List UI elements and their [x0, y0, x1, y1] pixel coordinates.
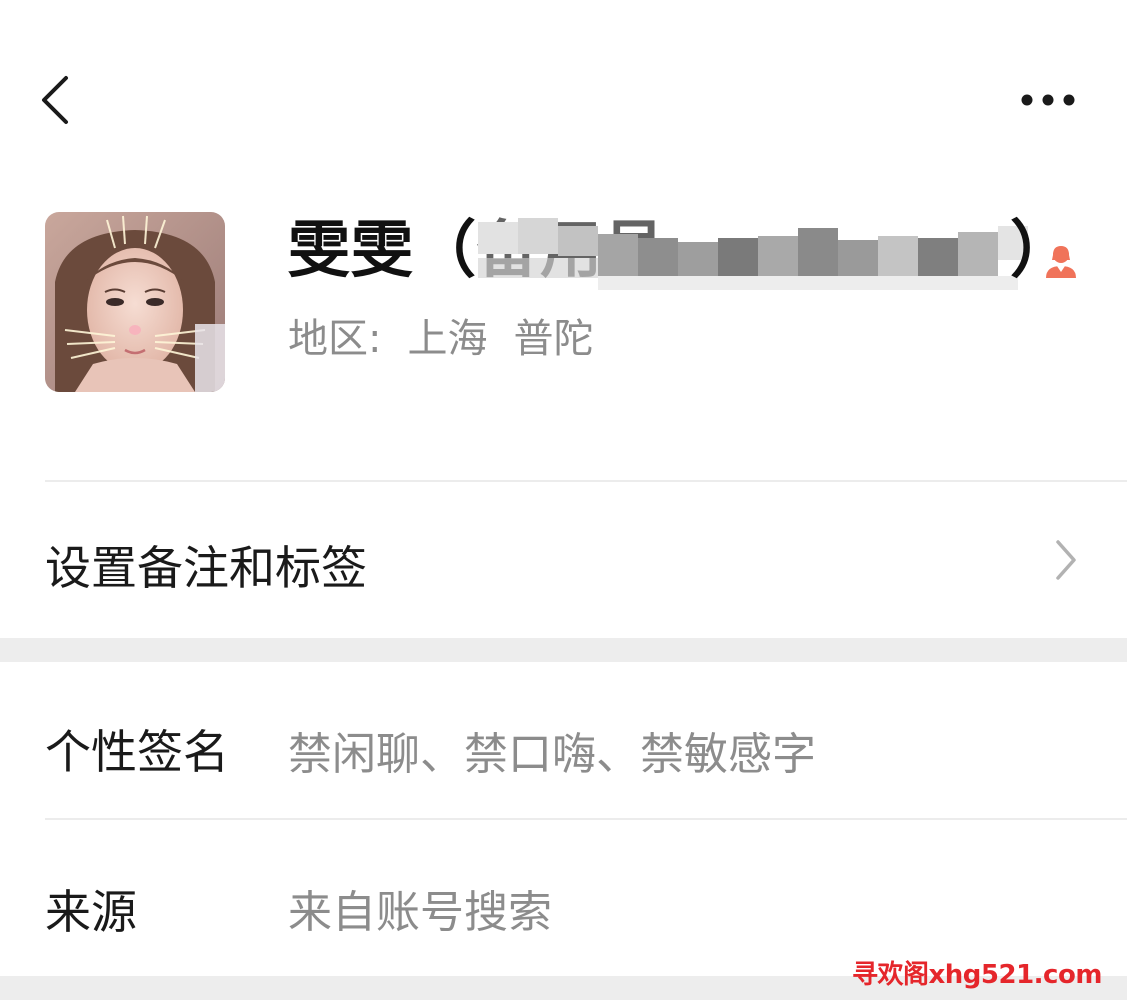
region-label: 地区: — [288, 316, 382, 362]
chevron-left-icon — [42, 76, 68, 124]
signature-label: 个性签名 — [45, 725, 229, 779]
remark-tags-row[interactable]: 设置备注和标签 — [0, 482, 1127, 638]
region-district: 普陀 — [513, 316, 594, 362]
source-row: 来源 来自账号搜索 — [0, 820, 1127, 976]
profile-header: 雯雯（备用号 ） 地区: 上海 普陀 — [0, 190, 1127, 480]
signature-row: 个性签名 禁闲聊、禁口嗨、禁敏感字 — [0, 662, 1127, 818]
source-label: 来源 — [45, 885, 137, 939]
chevron-right-icon — [1056, 540, 1076, 580]
signature-value: 禁闲聊、禁口嗨、禁敏感字 — [288, 729, 816, 780]
avatar-image — [45, 212, 225, 392]
section-gap — [0, 638, 1127, 662]
watermark: 寻欢阁xhg521.com — [852, 960, 1102, 990]
region-info: 地区: 上海 普陀 — [288, 306, 619, 364]
more-horizontal-icon — [1021, 94, 1075, 106]
female-user-icon — [1046, 246, 1076, 278]
avatar[interactable] — [45, 212, 225, 392]
region-city: 上海 — [407, 316, 488, 362]
redacted-mosaic — [478, 218, 1028, 298]
remark-tags-label: 设置备注和标签 — [45, 541, 367, 595]
top-bar — [0, 0, 1127, 190]
source-value: 来自账号搜索 — [288, 887, 552, 938]
more-button[interactable] — [1010, 80, 1086, 120]
back-button[interactable] — [30, 68, 86, 132]
display-name-row: 雯雯（备用号 ） — [288, 214, 1088, 298]
